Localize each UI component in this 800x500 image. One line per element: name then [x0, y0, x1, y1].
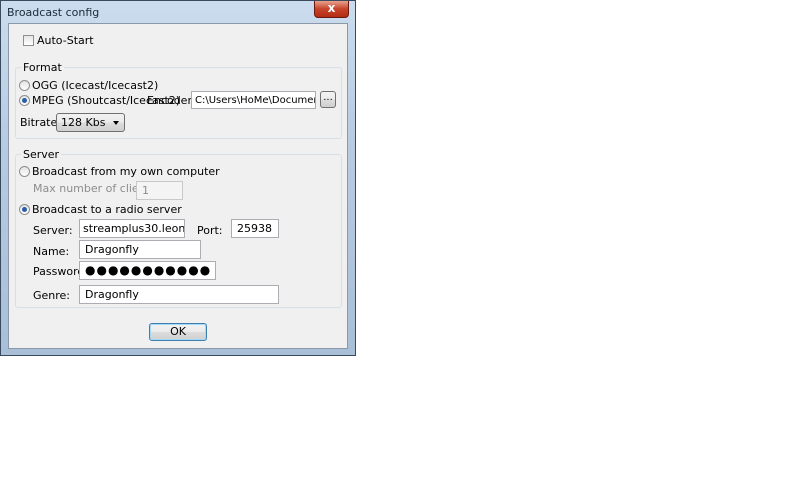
dialog-body: Auto-Start Format OGG (Icecast/Icecast2)… [8, 23, 348, 349]
title-bar[interactable]: Broadcast config x [1, 1, 355, 23]
auto-start-label[interactable]: Auto-Start [37, 34, 94, 47]
port-label: Port: [197, 224, 223, 237]
broadcast-config-window: Broadcast config x Auto-Start Format OGG… [0, 0, 356, 356]
close-button[interactable]: x [314, 1, 349, 18]
broadcast-own-radio[interactable] [19, 166, 30, 177]
bitrate-select[interactable]: 128 Kbs [56, 113, 125, 132]
encoder-path-field[interactable]: C:\Users\HoMe\Documents\Wir [191, 91, 316, 109]
ogg-label[interactable]: OGG (Icecast/Icecast2) [32, 79, 158, 92]
auto-start-checkbox[interactable] [23, 35, 34, 46]
name-label: Name: [33, 245, 70, 258]
ogg-radio[interactable] [19, 80, 30, 91]
ok-button[interactable]: OK [149, 323, 207, 341]
format-legend: Format [21, 61, 64, 74]
genre-label: Genre: [33, 289, 71, 302]
port-field[interactable]: 25938 [231, 219, 279, 238]
genre-field[interactable]: Dragonfly [79, 285, 279, 304]
server-legend: Server [21, 148, 62, 161]
server-label: Server: [33, 224, 73, 237]
name-field[interactable]: Dragonfly [79, 240, 201, 259]
mpeg-radio[interactable] [19, 95, 30, 106]
browse-encoder-button[interactable]: ... [320, 91, 336, 108]
broadcast-radio-radio[interactable] [19, 204, 30, 215]
password-field[interactable]: ●●●●●●●●●●● [79, 261, 216, 280]
chevron-down-icon [113, 121, 119, 125]
close-icon: x [327, 1, 336, 15]
bitrate-label: Bitrate: [20, 116, 61, 129]
server-field[interactable]: streamplus30.leonex.de [79, 219, 185, 238]
broadcast-radio-label[interactable]: Broadcast to a radio server [32, 203, 182, 216]
encoder-label: Encoder: [147, 94, 196, 107]
broadcast-own-label[interactable]: Broadcast from my own computer [32, 165, 220, 178]
max-clients-field[interactable]: 1 [136, 181, 183, 200]
window-title: Broadcast config [7, 6, 100, 19]
bitrate-value: 128 Kbs [61, 116, 106, 129]
